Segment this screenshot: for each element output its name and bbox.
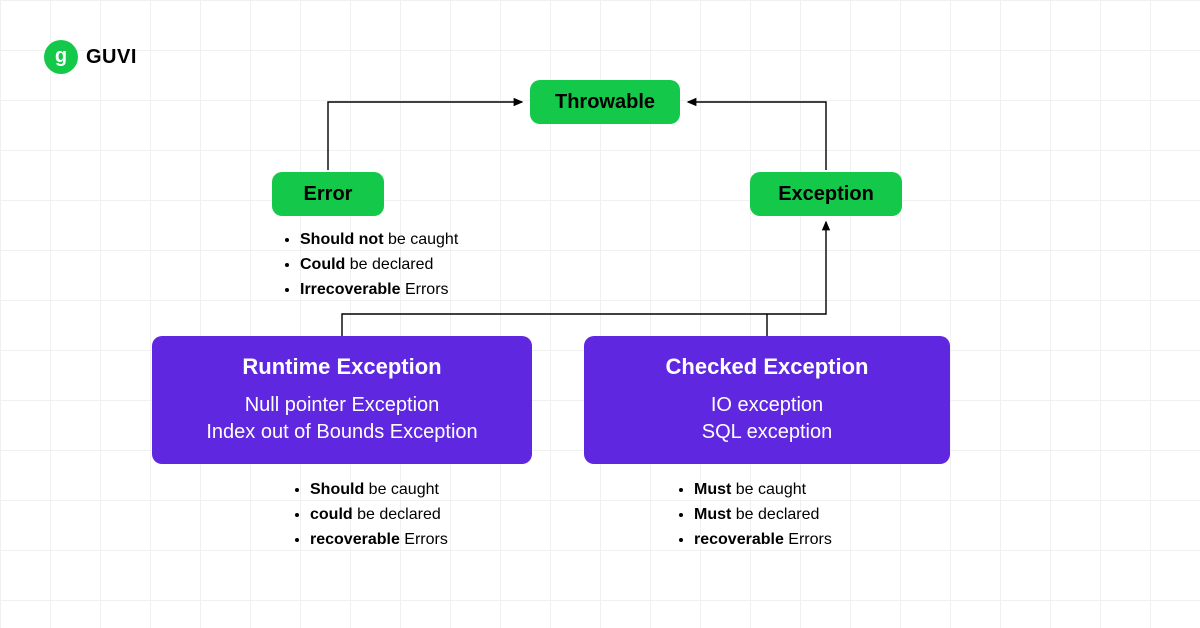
checked-bullet-2: Must be declared — [694, 503, 832, 528]
node-runtime-exception: Runtime Exception Null pointer Exception… — [152, 336, 532, 464]
error-bullet-3: Irrecoverable Errors — [300, 278, 458, 303]
node-exception: Exception — [750, 172, 902, 216]
runtime-bullet-3: recoverable Errors — [310, 528, 448, 553]
checked-title: Checked Exception — [666, 354, 869, 380]
logo: g GUVI — [44, 40, 137, 74]
runtime-example-2: Index out of Bounds Exception — [206, 419, 477, 446]
checked-bullets: Must be caught Must be declared recovera… — [676, 478, 832, 552]
error-bullets: Should not be caught Could be declared I… — [282, 228, 458, 302]
logo-glyph: g — [55, 46, 67, 66]
logo-icon: g — [44, 40, 78, 74]
runtime-bullets: Should be caught could be declared recov… — [292, 478, 448, 552]
runtime-title: Runtime Exception — [242, 354, 441, 380]
node-throwable-label: Throwable — [555, 91, 655, 114]
node-error-label: Error — [304, 183, 353, 206]
runtime-example-1: Null pointer Exception — [245, 392, 440, 419]
runtime-bullet-1: Should be caught — [310, 478, 448, 503]
runtime-bullet-2: could be declared — [310, 503, 448, 528]
error-bullet-1: Should not be caught — [300, 228, 458, 253]
checked-bullet-3: recoverable Errors — [694, 528, 832, 553]
logo-text: GUVI — [86, 46, 137, 69]
node-exception-label: Exception — [778, 183, 874, 206]
checked-bullet-1: Must be caught — [694, 478, 832, 503]
node-error: Error — [272, 172, 384, 216]
checked-example-2: SQL exception — [702, 419, 832, 446]
error-bullet-2: Could be declared — [300, 253, 458, 278]
node-checked-exception: Checked Exception IO exception SQL excep… — [584, 336, 950, 464]
node-throwable: Throwable — [530, 80, 680, 124]
checked-example-1: IO exception — [711, 392, 823, 419]
